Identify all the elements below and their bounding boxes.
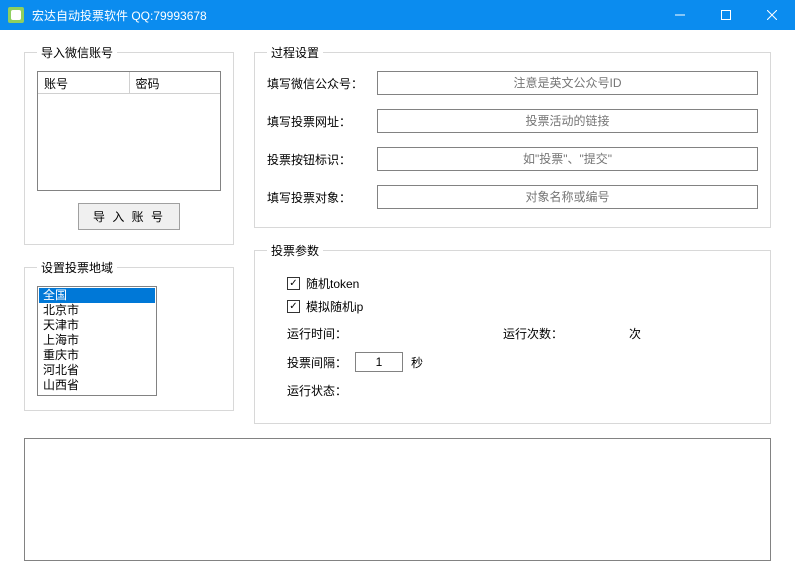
minimize-button[interactable]	[657, 0, 703, 30]
minimize-icon	[675, 10, 685, 20]
row-public-account: 填写微信公众号：	[267, 71, 758, 95]
input-vote-target[interactable]	[377, 185, 758, 209]
checkbox-ip[interactable]: ✓	[287, 300, 300, 313]
interval-unit: 秒	[411, 354, 423, 371]
label-vote-button-id: 投票按钮标识：	[267, 151, 377, 168]
region-item[interactable]: 山西省	[39, 378, 155, 393]
checkbox-ip-row[interactable]: ✓ 模拟随机ip	[287, 298, 758, 315]
checkbox-token-label: 随机token	[306, 275, 359, 292]
region-legend: 设置投票地域	[37, 259, 117, 276]
row-vote-url: 填写投票网址：	[267, 109, 758, 133]
checkbox-token[interactable]: ✓	[287, 277, 300, 290]
window-title: 宏达自动投票软件 QQ:79993678	[32, 7, 657, 24]
col-password: 密码	[130, 72, 221, 93]
app-icon	[8, 7, 24, 23]
interval-row: 投票间隔： 秒	[287, 352, 758, 372]
account-table[interactable]: 账号 密码	[37, 71, 221, 191]
region-item[interactable]: 河北省	[39, 363, 155, 378]
checkbox-token-row[interactable]: ✓ 随机token	[287, 275, 758, 292]
close-button[interactable]	[749, 0, 795, 30]
runtime-label: 运行时间：	[287, 325, 347, 342]
maximize-button[interactable]	[703, 0, 749, 30]
label-public-account: 填写微信公众号：	[267, 75, 377, 92]
col-account: 账号	[38, 72, 130, 93]
left-column: 导入微信账号 账号 密码 导 入 账 号 设置投票地域 全国 北京市 天津市 上…	[24, 44, 234, 424]
process-legend: 过程设置	[267, 44, 323, 61]
label-vote-target: 填写投票对象：	[267, 189, 377, 206]
runtime-row: 运行时间： 运行次数： 次	[287, 325, 758, 342]
region-list[interactable]: 全国 北京市 天津市 上海市 重庆市 河北省 山西省	[37, 286, 157, 396]
interval-input[interactable]	[355, 352, 403, 372]
runcount-label: 运行次数：	[503, 325, 563, 342]
upper-section: 导入微信账号 账号 密码 导 入 账 号 设置投票地域 全国 北京市 天津市 上…	[24, 44, 771, 424]
region-group: 设置投票地域 全国 北京市 天津市 上海市 重庆市 河北省 山西省	[24, 259, 234, 411]
close-icon	[767, 10, 777, 20]
content: 导入微信账号 账号 密码 导 入 账 号 设置投票地域 全国 北京市 天津市 上…	[0, 30, 795, 575]
status-label: 运行状态：	[287, 382, 347, 399]
runcount-unit: 次	[629, 325, 641, 342]
titlebar: 宏达自动投票软件 QQ:79993678	[0, 0, 795, 30]
import-accounts-legend: 导入微信账号	[37, 44, 117, 61]
label-vote-url: 填写投票网址：	[267, 113, 377, 130]
region-item[interactable]: 重庆市	[39, 348, 155, 363]
right-column: 过程设置 填写微信公众号： 填写投票网址： 投票按钮标识： 填写投票对象：	[254, 44, 771, 424]
params-legend: 投票参数	[267, 242, 323, 259]
maximize-icon	[721, 10, 731, 20]
interval-label: 投票间隔：	[287, 354, 347, 371]
window-controls	[657, 0, 795, 30]
row-vote-target: 填写投票对象：	[267, 185, 758, 209]
params-group: 投票参数 ✓ 随机token ✓ 模拟随机ip 运行时间： 运行次数： 次	[254, 242, 771, 424]
region-item[interactable]: 北京市	[39, 303, 155, 318]
input-public-account[interactable]	[377, 71, 758, 95]
region-item[interactable]: 上海市	[39, 333, 155, 348]
region-item[interactable]: 天津市	[39, 318, 155, 333]
input-vote-button-id[interactable]	[377, 147, 758, 171]
input-vote-url[interactable]	[377, 109, 758, 133]
row-vote-button-id: 投票按钮标识：	[267, 147, 758, 171]
log-area[interactable]	[24, 438, 771, 561]
process-group: 过程设置 填写微信公众号： 填写投票网址： 投票按钮标识： 填写投票对象：	[254, 44, 771, 228]
status-row: 运行状态：	[287, 382, 758, 399]
import-accounts-group: 导入微信账号 账号 密码 导 入 账 号	[24, 44, 234, 245]
import-button[interactable]: 导 入 账 号	[78, 203, 180, 230]
account-header: 账号 密码	[38, 72, 220, 94]
region-item[interactable]: 全国	[39, 288, 155, 303]
checkbox-ip-label: 模拟随机ip	[306, 298, 363, 315]
